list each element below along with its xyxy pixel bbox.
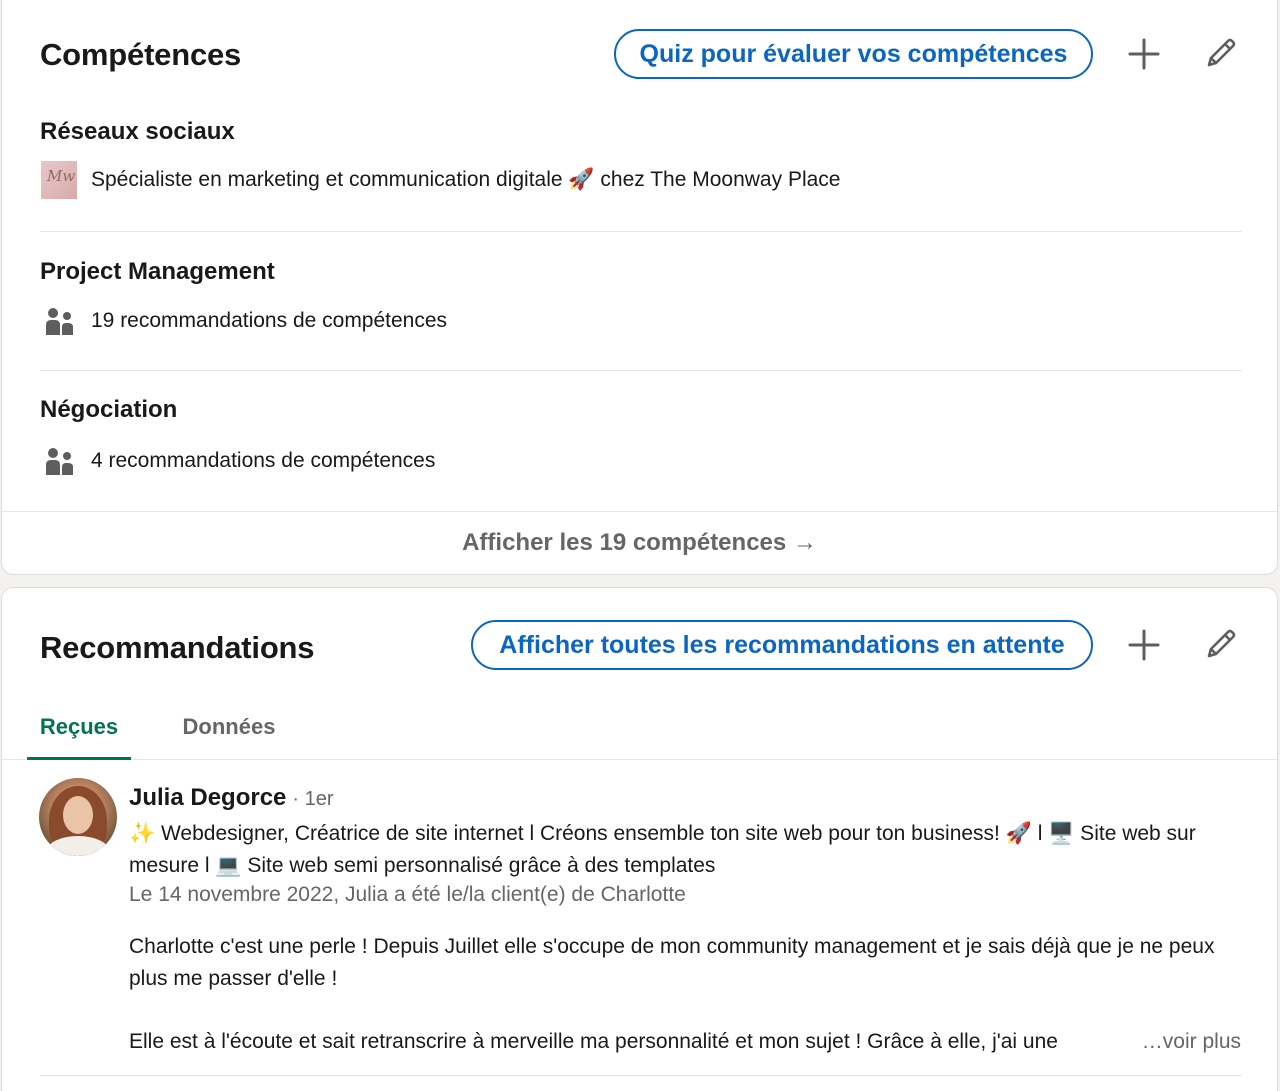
plus-icon [1128, 38, 1160, 70]
skills-quiz-button[interactable]: Quiz pour évaluer vos compétences [614, 29, 1093, 79]
recommendation-text: Charlotte c'est une perle ! Depuis Juill… [129, 935, 1215, 990]
avatar[interactable] [39, 778, 117, 856]
people-icon [40, 302, 78, 340]
skill-name[interactable]: Réseaux sociaux [40, 118, 235, 146]
add-skill-button[interactable] [1120, 30, 1168, 78]
recommendations-title: Recommandations [40, 630, 315, 665]
recommendations-card: Recommandations Afficher toutes les reco… [1, 587, 1278, 1091]
skill-detail: 19 recommandations de compétences [40, 302, 447, 340]
tab-received[interactable]: Reçues [27, 695, 131, 760]
see-more-link[interactable]: …voir plus [1131, 1026, 1241, 1058]
skills-card: Compétences Quiz pour évaluer vos compét… [1, 0, 1278, 575]
divider [40, 1075, 1242, 1076]
recommendation-text-truncated: Elle est à l'écoute et sait retranscrire… [129, 1026, 1241, 1058]
recommender-headline: ✨ Webdesigner, Créatrice de site interne… [129, 822, 1196, 877]
skill-name[interactable]: Négociation [40, 396, 177, 424]
edit-recommendations-button[interactable] [1197, 620, 1245, 668]
add-recommendation-button[interactable] [1120, 621, 1168, 669]
recommender-name[interactable]: Julia Degorce [129, 784, 286, 812]
divider [2, 511, 1277, 512]
divider [40, 370, 1242, 371]
edit-skills-button[interactable] [1197, 29, 1245, 77]
plus-icon [1128, 629, 1160, 661]
skill-detail-text[interactable]: 19 recommandations de compétences [91, 309, 447, 333]
skills-title: Compétences [40, 37, 242, 72]
show-all-skills-link[interactable]: Afficher les 19 compétences → [2, 529, 1277, 557]
pencil-icon [1207, 629, 1236, 658]
recommendation-meta: Le 14 novembre 2022, Julia a été le/la c… [129, 883, 686, 906]
divider [40, 231, 1242, 232]
skill-detail: Mw Spécialiste en marketing et communica… [40, 161, 840, 199]
company-logo: Mw [40, 161, 78, 199]
pencil-icon [1207, 38, 1236, 67]
skill-detail-text[interactable]: 4 recommandations de compétences [91, 449, 435, 473]
people-icon [40, 442, 78, 480]
pending-recommendations-button[interactable]: Afficher toutes les recommandations en a… [471, 620, 1093, 670]
recommendations-tabs: Reçues Données [2, 695, 1277, 760]
tab-given[interactable]: Données [162, 695, 296, 759]
skill-name[interactable]: Project Management [40, 258, 275, 286]
skill-detail-text: Spécialiste en marketing et communicatio… [91, 168, 841, 191]
connection-degree: · 1er [292, 788, 334, 810]
recommendation-text: Elle est à l'écoute et sait retranscrire… [129, 1030, 1058, 1053]
recommender-name-line: Julia Degorce · 1er [129, 784, 334, 812]
skill-detail: 4 recommandations de compétences [40, 442, 435, 480]
